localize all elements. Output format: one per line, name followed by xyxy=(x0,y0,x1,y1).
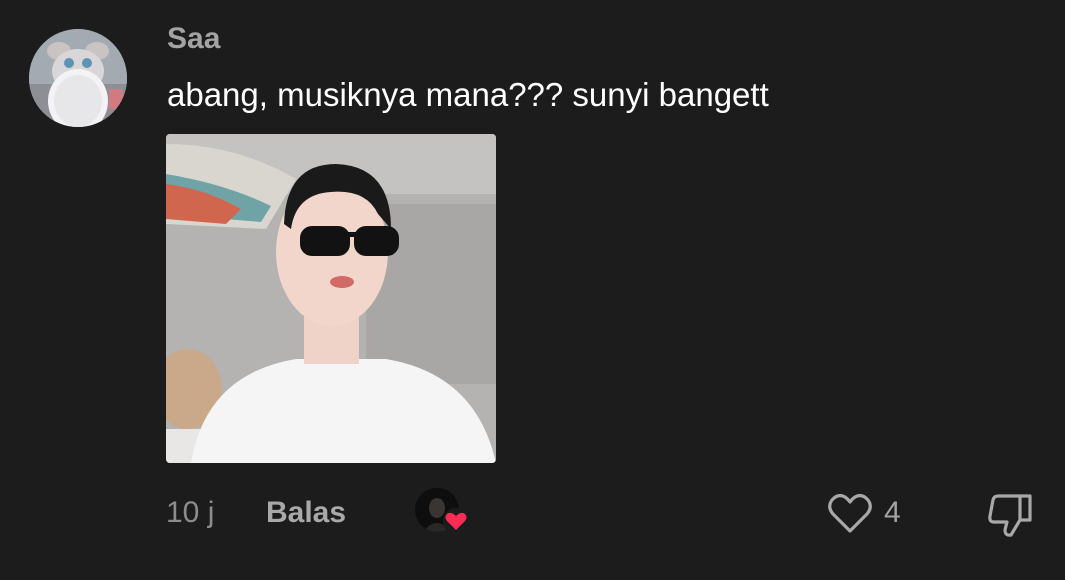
heart-outline-icon[interactable] xyxy=(826,490,874,536)
avatar-image xyxy=(29,29,127,127)
like-count: 4 xyxy=(884,496,901,529)
red-heart-icon xyxy=(442,508,470,534)
comment-timestamp: 10 j xyxy=(166,496,215,529)
comment-text: abang, musiknya mana??? sunyi bangett xyxy=(167,76,769,113)
comment-username[interactable]: Saa xyxy=(167,20,220,58)
creator-liked-badge xyxy=(415,488,471,536)
user-avatar[interactable] xyxy=(29,29,127,127)
photo-image xyxy=(166,134,496,463)
reply-button[interactable]: Balas xyxy=(266,494,346,532)
comment-photo[interactable] xyxy=(166,134,496,463)
thumbs-down-outline-icon[interactable] xyxy=(984,490,1036,538)
